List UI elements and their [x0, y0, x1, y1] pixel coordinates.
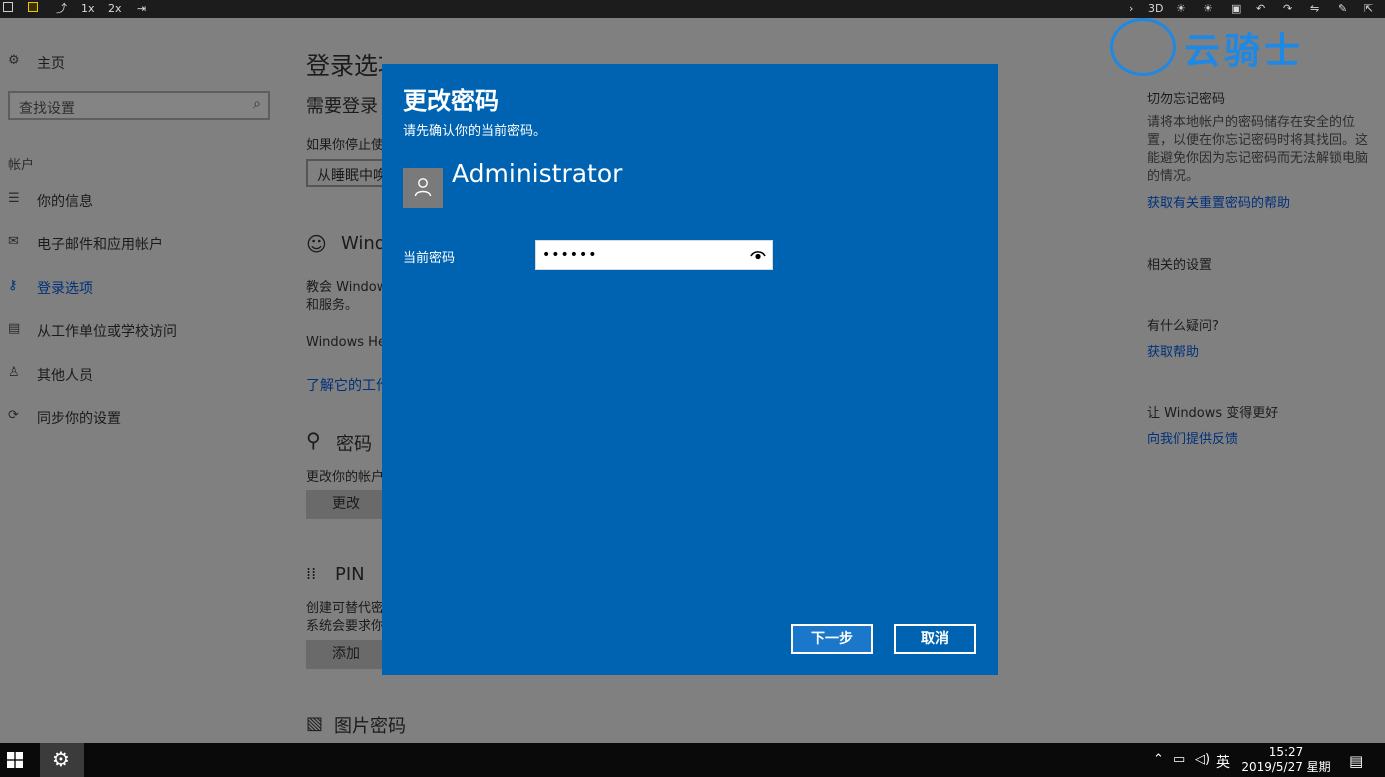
hello-status: Windows He: [306, 335, 382, 350]
away-text: 如果你停止使: [306, 138, 382, 153]
clock[interactable]: 15:27 2019/5/27 星期一: [1240, 745, 1332, 777]
sidebar-item-info[interactable]: 你的信息: [37, 191, 93, 211]
reset-help-link[interactable]: 获取有关重置密码的帮助: [1147, 192, 1290, 211]
briefcase-icon: ▤: [8, 321, 21, 336]
ime-indicator[interactable]: 英: [1216, 752, 1230, 772]
improve-heading: 让 Windows 变得更好: [1147, 406, 1279, 421]
picture-password-heading: 图片密码: [334, 716, 406, 737]
feedback-link[interactable]: 向我们提供反馈: [1147, 428, 1238, 447]
notification-icon[interactable]: ▤: [1349, 752, 1363, 770]
redo-icon[interactable]: ↷: [1283, 1, 1292, 17]
password-heading: 密码: [336, 434, 372, 455]
sidebar-item-others[interactable]: 其他人员: [37, 365, 93, 385]
key-icon: ⚷: [8, 278, 18, 293]
person-icon: ♙: [8, 365, 20, 380]
logo-emblem-icon: [1110, 18, 1176, 76]
sidebar-item-work[interactable]: 从工作单位或学校访问: [37, 321, 177, 341]
dialog-subtitle: 请先确认你的当前密码。: [403, 124, 547, 139]
taskbar: ⚙ ⌃ ▭ ◁) 英 15:27 2019/5/27 星期一 ▤: [0, 743, 1385, 777]
related-settings: 相关的设置: [1147, 258, 1213, 273]
require-login-heading: 需要登录: [306, 96, 378, 117]
password-label: 当前密码: [403, 251, 456, 266]
next-button[interactable]: 下一步: [791, 624, 873, 654]
password-desc: 更改你的帐户: [306, 470, 382, 485]
hello-heading: Wind: [341, 233, 382, 254]
get-help-link[interactable]: 获取帮助: [1147, 341, 1199, 360]
remember-desc: 请将本地帐户的密码储存在安全的位置，以便在你忘记密码时将其找回。这能避免你因为忘…: [1147, 115, 1369, 184]
brightness-icon[interactable]: ☀: [1176, 1, 1186, 17]
mail-icon: ✉: [8, 234, 19, 249]
username: Administrator: [452, 159, 623, 188]
gear-icon: ⚙: [52, 747, 70, 771]
add-pin-button[interactable]: 添加: [306, 640, 386, 669]
user-list-icon: ☰: [8, 191, 20, 206]
search-placeholder: 查找设置: [19, 101, 75, 117]
3d-button[interactable]: 3D: [1148, 1, 1163, 17]
current-password-field[interactable]: [535, 240, 773, 270]
key-icon: ⚲: [306, 428, 321, 452]
export-icon[interactable]: ⇱: [1364, 1, 1373, 17]
clock-date: 2019/5/27 星期一: [1241, 760, 1331, 777]
settings-taskbar-button[interactable]: ⚙: [40, 743, 84, 777]
question-heading: 有什么疑问?: [1147, 319, 1219, 334]
wake-dropdown-value: 从睡眠中唤: [317, 168, 386, 184]
hello-desc-2: 和服务。: [306, 298, 359, 313]
sidebar-item-email[interactable]: 电子邮件和应用帐户: [37, 234, 163, 254]
edit-icon[interactable]: ✎: [1338, 1, 1347, 17]
watermark-logo: 云骑士: [1110, 18, 1350, 78]
contrast-icon[interactable]: ☀: [1203, 1, 1213, 17]
search-input[interactable]: 查找设置 ⌕: [8, 91, 270, 120]
mirror-icon[interactable]: ⇋: [1310, 1, 1319, 17]
network-icon[interactable]: ▭: [1173, 752, 1185, 767]
rotate-icon[interactable]: ⤴: [56, 1, 67, 17]
page-title: 登录选项: [306, 52, 382, 80]
chevron-up-icon[interactable]: ⌃: [1153, 752, 1164, 767]
cancel-button[interactable]: 取消: [894, 624, 976, 654]
frame-icon[interactable]: ▣: [1231, 1, 1241, 17]
zoom-2x-button[interactable]: 2x: [108, 1, 122, 17]
change-password-button[interactable]: 更改: [306, 490, 386, 519]
pin-heading: PIN: [335, 564, 365, 585]
watermark-text: 云骑士: [1184, 31, 1305, 72]
sidebar-item-signin[interactable]: 登录选项: [37, 278, 93, 298]
clock-time: 15:27: [1268, 745, 1304, 759]
smile-icon: ☺: [306, 232, 327, 256]
undo-icon[interactable]: ↶: [1256, 1, 1265, 17]
remember-title: 切勿忘记密码: [1147, 92, 1226, 107]
user-icon: [414, 178, 432, 197]
fit-icon[interactable]: [3, 1, 13, 17]
pin-icon[interactable]: ⇥: [137, 1, 146, 17]
sync-icon: ⟳: [8, 408, 19, 423]
sidebar-item-sync[interactable]: 同步你的设置: [37, 408, 121, 428]
viewer-toolbar: ⤴ 1x 2x ⇥ › 3D ☀ ☀ ▣ ↶ ↷ ⇋ ✎ ⇱: [0, 0, 1385, 18]
chevron-right-icon[interactable]: ›: [1129, 1, 1133, 17]
pin-desc-1: 创建可替代密: [306, 601, 382, 616]
nav-home[interactable]: 主页: [37, 53, 65, 73]
section-accounts: 帐户: [8, 158, 35, 173]
volume-icon[interactable]: ◁): [1195, 752, 1210, 767]
dialog-title: 更改密码: [403, 87, 499, 115]
gear-icon: ⚙: [8, 53, 20, 68]
picture-icon: ▧: [306, 713, 324, 734]
window-icon[interactable]: [28, 1, 38, 17]
learn-more-link[interactable]: 了解它的工作: [306, 375, 382, 395]
current-password-input[interactable]: [542, 245, 742, 265]
pin-desc-2: 系统会要求你: [306, 619, 382, 634]
windows-start-icon[interactable]: [7, 752, 23, 768]
hello-desc-1: 教会 Window: [306, 280, 382, 295]
reveal-password-icon[interactable]: [750, 247, 766, 263]
avatar: [403, 168, 443, 208]
search-icon: ⌕: [253, 96, 261, 112]
zoom-1x-button[interactable]: 1x: [81, 1, 95, 17]
pin-icon: ⁞⁞: [306, 564, 317, 583]
wake-dropdown[interactable]: 从睡眠中唤: [306, 159, 386, 187]
change-password-dialog: 更改密码 请先确认你的当前密码。 Administrator 当前密码 下一步 …: [382, 64, 998, 675]
